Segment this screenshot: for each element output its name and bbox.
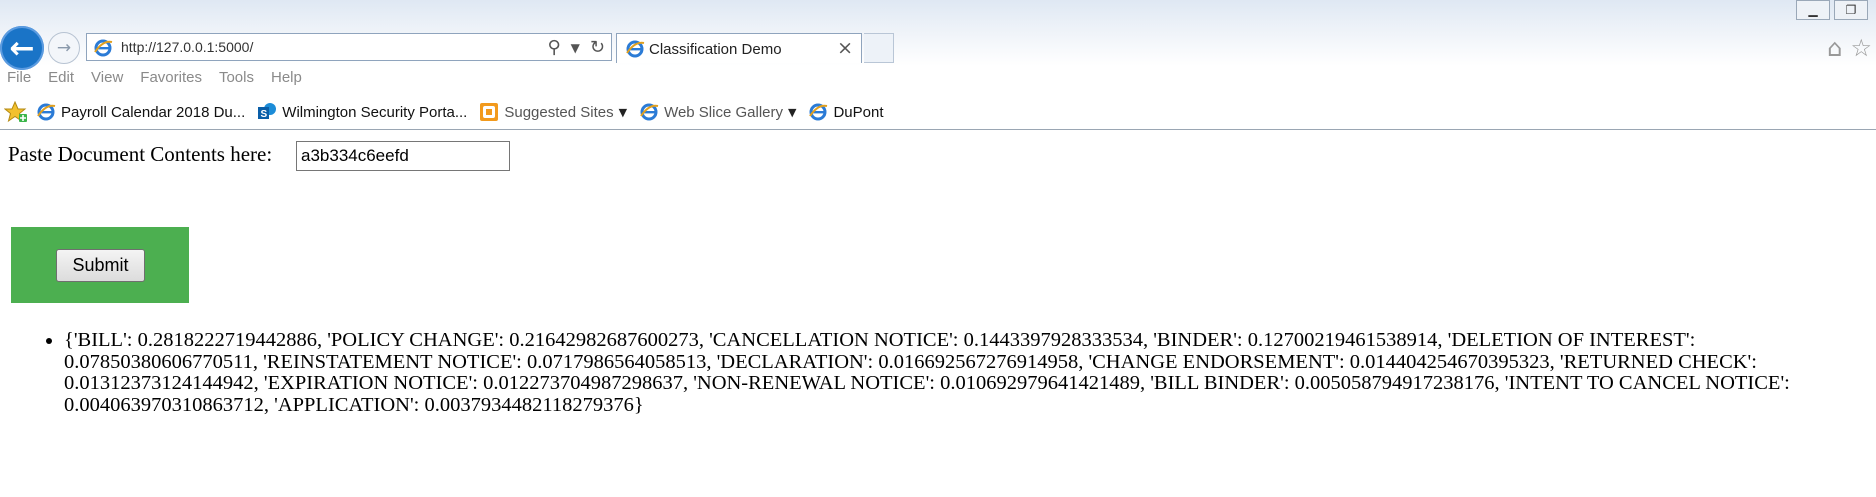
ie-icon [808,102,828,122]
suggested-sites-icon [479,102,499,122]
menu-help[interactable]: Help [271,69,302,91]
document-contents-input[interactable] [296,141,510,171]
favorite-label: Payroll Calendar 2018 Du... [61,103,246,121]
home-icon[interactable]: ⌂ [1827,34,1842,62]
favorite-label: DuPont [833,103,884,121]
menu-file[interactable]: File [7,69,31,91]
favorite-dupont[interactable]: DuPont [808,102,884,122]
back-button[interactable]: ← [0,26,44,70]
minimize-button[interactable]: ▁ [1796,0,1830,20]
ie-icon [36,102,56,122]
document-contents-label: Paste Document Contents here: [8,142,273,166]
search-icon[interactable]: ⚲ [547,37,560,59]
favorite-label: Wilmington Security Porta... [282,103,468,121]
ie-icon [93,38,113,63]
menu-favorites[interactable]: Favorites [140,69,202,91]
chevron-down-icon[interactable]: ▼ [571,37,580,59]
new-tab-button[interactable] [864,33,894,63]
forward-arrow-icon: → [56,38,72,58]
url-text: http://127.0.0.1:5000/ [121,39,254,55]
favorite-web-slice-gallery[interactable]: Web Slice Gallery ▼ [639,102,796,122]
favorites-bar: Payroll Calendar 2018 Du... S Wilmington… [0,98,896,126]
tab-classification-demo[interactable]: Classification Demo × [616,33,862,63]
svg-text:S: S [261,109,268,120]
results-list: {'BILL': 0.2818222719442886, 'POLICY CHA… [42,329,1876,416]
restore-button[interactable]: ❐ [1834,0,1868,20]
page-content: Paste Document Contents here: Submit {'B… [0,130,1876,497]
menu-bar: File Edit View Favorites Tools Help [0,69,312,91]
add-favorites-icon[interactable] [4,101,28,123]
browser-chrome: ▁ ❐ ← → http://127.0.0.1:5000/ ⚲ ▼ ↻ Cla… [0,0,1876,128]
submit-button[interactable]: Submit [56,249,145,282]
favorite-payroll-calendar[interactable]: Payroll Calendar 2018 Du... [36,102,245,122]
address-bar[interactable]: http://127.0.0.1:5000/ ⚲ ▼ ↻ [86,33,612,61]
close-icon[interactable]: × [837,37,853,59]
menu-edit[interactable]: Edit [48,69,74,91]
sharepoint-icon: S [257,102,277,122]
menu-view[interactable]: View [91,69,123,91]
favorite-label: Web Slice Gallery [664,103,783,121]
classification-result: {'BILL': 0.2818222719442886, 'POLICY CHA… [64,329,1876,416]
forward-button[interactable]: → [48,32,80,64]
chevron-down-icon: ▼ [788,105,797,119]
chevron-down-icon: ▼ [618,105,628,119]
favorite-label: Suggested Sites [504,103,614,121]
ie-icon [625,39,645,64]
tab-title: Classification Demo [649,41,782,58]
ie-icon [639,102,659,122]
favorite-suggested-sites[interactable]: Suggested Sites ▼ [479,102,627,122]
menu-tools[interactable]: Tools [219,69,254,91]
back-arrow-icon: ← [9,30,35,66]
favorite-wilmington-security[interactable]: S Wilmington Security Porta... [257,102,467,122]
refresh-icon[interactable]: ↻ [590,37,605,59]
favorites-star-icon[interactable]: ☆ [1850,34,1872,62]
